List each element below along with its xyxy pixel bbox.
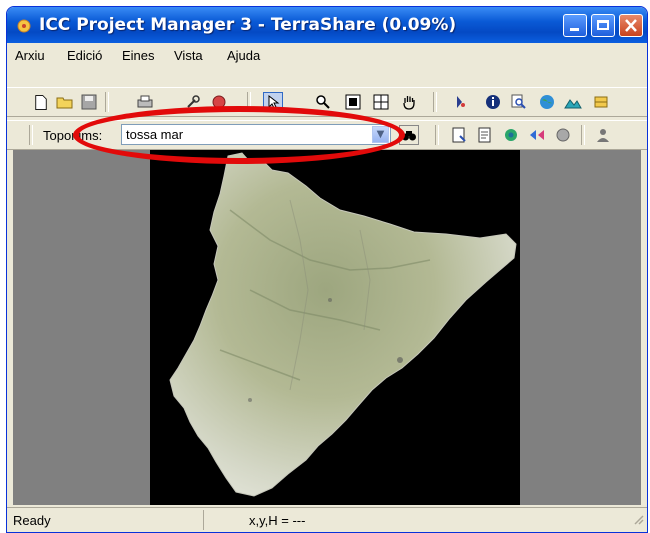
window-title: ICC Project Manager 3 - TerraShare (0.09… — [39, 15, 457, 35]
terrain-icon[interactable] — [563, 92, 583, 112]
title-bar[interactable]: ICC Project Manager 3 - TerraShare (0.09… — [7, 7, 647, 43]
app-window: ICC Project Manager 3 - TerraShare (0.09… — [6, 6, 648, 533]
map-canvas-area[interactable] — [13, 150, 641, 505]
edit-document-icon[interactable] — [475, 125, 495, 145]
globe-icon[interactable] — [537, 92, 557, 112]
open-folder-icon[interactable] — [55, 92, 75, 112]
network-icon[interactable] — [501, 125, 521, 145]
grid-icon[interactable] — [371, 92, 391, 112]
find-icon[interactable] — [509, 92, 529, 112]
disk-icon[interactable] — [553, 125, 573, 145]
new-file-icon[interactable] — [31, 92, 51, 112]
red-highlight-ellipse — [73, 106, 405, 164]
print-icon[interactable] — [135, 92, 155, 112]
status-coordinates: x,y,H = --- — [249, 513, 306, 528]
menu-vista[interactable]: Vista — [174, 48, 203, 63]
save-icon[interactable] — [79, 92, 99, 112]
close-button[interactable] — [619, 14, 643, 37]
catalonia-map-image — [169, 152, 517, 497]
status-divider — [203, 510, 204, 530]
app-icon — [17, 19, 31, 33]
user-icon[interactable] — [593, 125, 613, 145]
locate-icon[interactable] — [449, 92, 469, 112]
layers-icon[interactable] — [591, 92, 611, 112]
close-icon — [625, 19, 637, 32]
status-ready: Ready — [13, 513, 51, 528]
maximize-button[interactable] — [591, 14, 615, 37]
minimize-icon — [570, 28, 579, 31]
toolbar-separator — [105, 92, 109, 112]
toolbar-grip — [29, 125, 33, 145]
status-bar: Ready x,y,H = --- — [7, 507, 647, 532]
pan-hand-icon[interactable] — [399, 92, 419, 112]
toolbar-separator — [581, 125, 585, 145]
resize-grip-icon[interactable] — [632, 513, 644, 525]
link-icon[interactable] — [527, 125, 547, 145]
minimize-button[interactable] — [563, 14, 587, 37]
menu-bar: Arxiu Edició Eines Vista Ajuda — [7, 45, 647, 67]
menu-ajuda[interactable]: Ajuda — [227, 48, 260, 63]
menu-eines[interactable]: Eines — [122, 48, 155, 63]
info-icon[interactable] — [483, 92, 503, 112]
document-icon[interactable] — [449, 125, 469, 145]
toolbar-separator — [435, 125, 439, 145]
toolbar-separator — [433, 92, 437, 112]
zoom-extent-icon[interactable] — [343, 92, 363, 112]
map-view[interactable] — [150, 150, 520, 505]
menu-edicio[interactable]: Edició — [67, 48, 102, 63]
menu-arxiu[interactable]: Arxiu — [15, 48, 45, 63]
maximize-icon — [597, 20, 609, 30]
